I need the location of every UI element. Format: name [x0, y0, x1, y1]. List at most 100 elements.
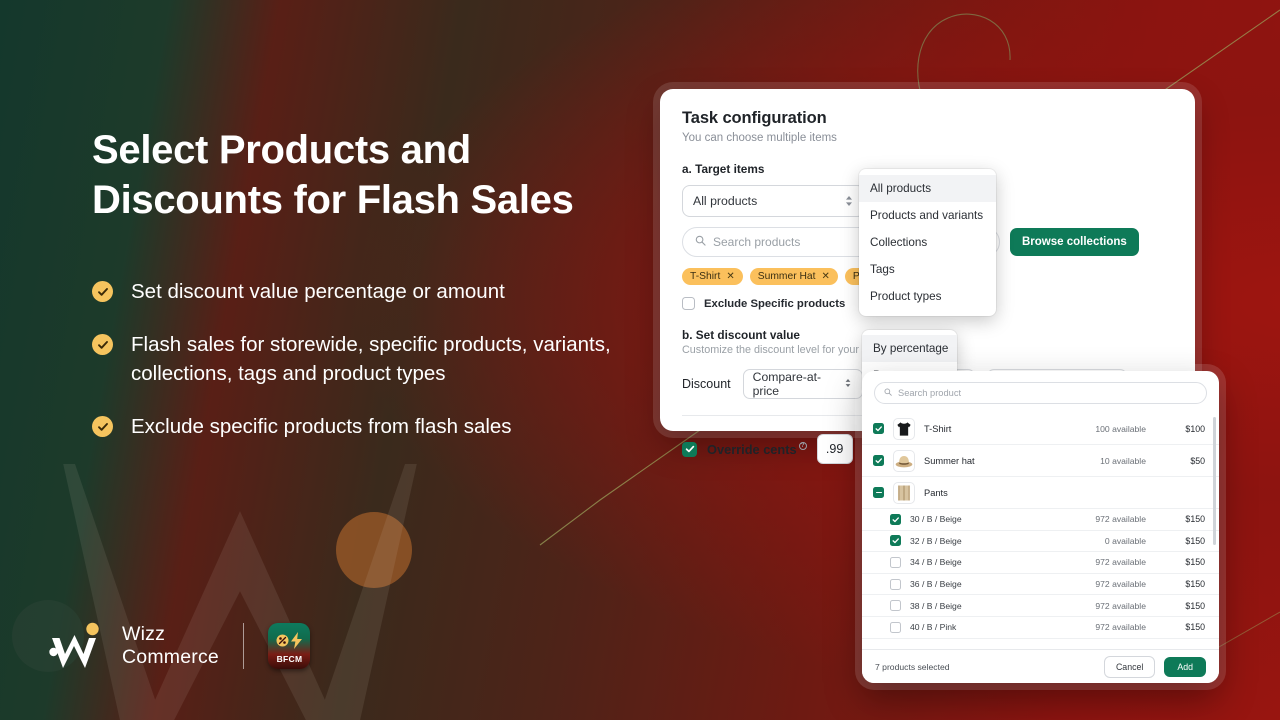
watermark-w-logo	[60, 464, 420, 720]
headline-line-2: Discounts for Flash Sales	[92, 178, 574, 222]
discount-base-select[interactable]: Compare-at-price	[742, 369, 863, 399]
discount-percent-icon	[276, 634, 289, 647]
target-items-select-value: All products	[693, 194, 758, 208]
row-price: $100	[1185, 423, 1205, 434]
row-variant-name: 32 / B / Beige	[910, 535, 962, 546]
list-item: Set discount value percentage or amount	[92, 277, 652, 306]
add-button[interactable]: Add	[1164, 656, 1206, 677]
close-icon[interactable]: ✕	[822, 271, 830, 282]
table-row[interactable]: Summer hat 10 available $50	[862, 445, 1219, 477]
scrollbar-thumb[interactable]	[1213, 417, 1216, 545]
tag-chip-label: Summer Hat	[757, 271, 816, 282]
row-price: $150	[1185, 557, 1205, 568]
hat-thumb-icon	[893, 449, 915, 472]
table-row[interactable]: 34 / B / Beige 972 available $150	[862, 552, 1219, 574]
row-checkbox-checked[interactable]	[890, 513, 901, 525]
picker-search-input[interactable]: Search product	[874, 382, 1207, 404]
row-checkbox-unchecked[interactable]	[890, 600, 901, 612]
row-price: $150	[1185, 622, 1205, 633]
menu-item-products-and-variants[interactable]: Products and variants	[859, 202, 996, 229]
list-item: Flash sales for storewide, specific prod…	[92, 330, 652, 388]
row-checkbox-unchecked[interactable]	[890, 556, 901, 568]
discount-label: Discount	[682, 377, 731, 391]
brand-logo-row: Wizz Commerce BFCM	[46, 620, 311, 672]
table-row[interactable]: T-Shirt 100 available $100	[862, 413, 1219, 445]
picker-product-list: T-Shirt 100 available $100 Summer hat 10…	[862, 413, 1219, 649]
close-icon[interactable]: ✕	[726, 271, 734, 282]
table-row[interactable]: 32 / B / Beige 0 available $150	[862, 531, 1219, 553]
row-availability: 100 available	[1095, 423, 1146, 434]
override-cents-checkbox[interactable]	[682, 441, 697, 457]
target-items-select[interactable]: All products	[682, 185, 865, 217]
row-checkbox-unchecked[interactable]	[890, 578, 901, 590]
row-checkbox-checked[interactable]	[890, 535, 901, 547]
table-row[interactable]: 38 / B / Beige 972 available $150	[862, 595, 1219, 617]
check-circle-icon	[92, 281, 113, 302]
tag-chip[interactable]: T-Shirt ✕	[682, 268, 743, 285]
list-item-label: Exclude specific products from flash sal…	[131, 415, 512, 438]
row-checkbox-checked[interactable]	[873, 455, 884, 466]
check-circle-icon	[92, 334, 113, 355]
override-cents-text: Override cents	[707, 441, 797, 457]
tshirt-thumb-icon	[893, 417, 915, 440]
help-icon[interactable]: ?	[798, 442, 807, 450]
row-price: $150	[1185, 600, 1205, 611]
cancel-button[interactable]: Cancel	[1103, 655, 1156, 678]
row-variant-name: 30 / B / Beige	[910, 514, 962, 525]
list-item-label: Set discount value percentage or amount	[131, 280, 505, 303]
search-products-placeholder: Search products	[713, 235, 801, 249]
row-availability: 10 available	[1100, 455, 1146, 466]
search-icon	[884, 388, 892, 398]
table-row[interactable]: 36 / B / Beige 972 available $150	[862, 574, 1219, 596]
brand-name: Wizz Commerce	[122, 623, 219, 669]
bfcm-badge-label: BFCM	[276, 654, 303, 664]
row-price: $150	[1185, 514, 1205, 525]
target-items-dropdown-menu[interactable]: All products Products and variants Colle…	[859, 169, 996, 316]
check-circle-icon	[92, 416, 113, 437]
row-checkbox-unchecked[interactable]	[890, 621, 901, 633]
override-cents-input[interactable]: .99	[816, 434, 853, 464]
row-availability: 972 available	[1095, 514, 1146, 525]
row-variant-name: 34 / B / Beige	[910, 557, 962, 568]
row-price: $150	[1185, 579, 1205, 590]
table-row[interactable]: 30 / B / Beige 972 available $150	[862, 509, 1219, 531]
row-variant-name: 38 / B / Beige	[910, 600, 962, 611]
row-checkbox-indeterminate[interactable]	[873, 487, 884, 498]
discount-base-value: Compare-at-price	[752, 370, 822, 398]
table-row[interactable]: Pants	[862, 477, 1219, 509]
logo-divider	[242, 623, 245, 669]
card-subtitle: You can choose multiple items	[682, 132, 837, 144]
hero-copy: Select Products and Discounts for Flash …	[92, 125, 652, 441]
row-availability: 0 available	[1104, 535, 1146, 546]
row-availability: 972 available	[1095, 557, 1146, 568]
brand-name-line-2: Commerce	[122, 646, 219, 668]
search-icon	[695, 235, 706, 249]
picker-search-placeholder: Search product	[898, 388, 962, 398]
row-variant-name: 36 / B / Beige	[910, 579, 962, 590]
card-title: Task configuration	[682, 109, 827, 127]
brand-name-line-1: Wizz	[122, 623, 166, 645]
row-checkbox-checked[interactable]	[873, 423, 884, 434]
menu-item-by-percentage[interactable]: By percentage	[862, 335, 957, 362]
exclude-products-checkbox[interactable]	[682, 297, 695, 310]
row-variant-name: 40 / B / Pink	[910, 622, 957, 633]
headline-line-1: Select Products and	[92, 128, 471, 172]
row-product-name: Pants	[924, 487, 948, 498]
row-availability: 972 available	[1095, 600, 1146, 611]
browse-collections-button[interactable]: Browse collections	[1010, 228, 1139, 256]
menu-item-collections[interactable]: Collections	[859, 229, 996, 256]
menu-item-tags[interactable]: Tags	[859, 256, 996, 283]
selected-count-label: 7 products selected	[875, 661, 950, 672]
row-availability: 972 available	[1095, 579, 1146, 590]
chevron-updown-icon	[844, 194, 854, 208]
row-product-name: T-Shirt	[924, 423, 952, 434]
bfcm-badge: BFCM	[268, 623, 311, 669]
menu-item-product-types[interactable]: Product types	[859, 283, 996, 310]
override-cents-value: .99	[825, 442, 844, 456]
feature-bullet-list: Set discount value percentage or amount …	[92, 277, 652, 441]
tag-chip[interactable]: Summer Hat ✕	[749, 268, 838, 285]
picker-footer-buttons: Cancel Add	[1103, 655, 1206, 678]
list-item-label: Flash sales for storewide, specific prod…	[131, 333, 611, 385]
menu-item-all-products[interactable]: All products	[859, 175, 996, 202]
table-row[interactable]: 40 / B / Pink 972 available $150	[862, 617, 1219, 639]
